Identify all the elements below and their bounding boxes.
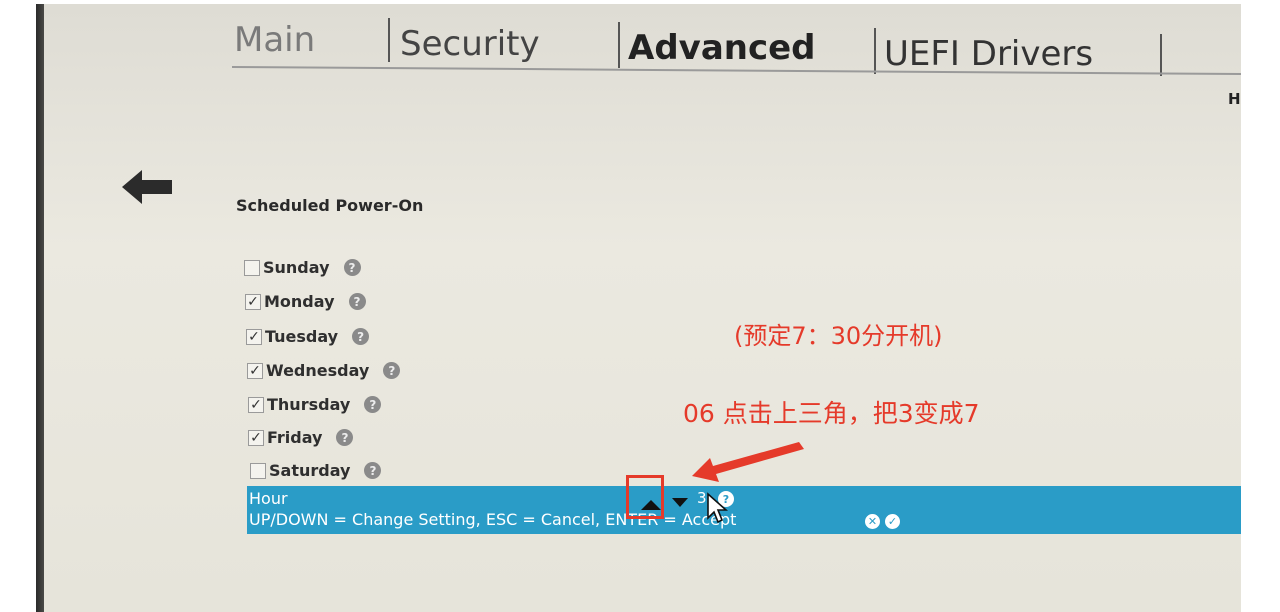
tab-bar: Main Security Advanced UEFI Drivers — [36, 4, 1241, 76]
schedule-annotation: (预定7：30分开机) — [734, 322, 943, 350]
tab-main[interactable]: Main — [234, 20, 315, 60]
day-option-monday[interactable]: ✓ Monday ? — [245, 292, 366, 311]
day-option-friday[interactable]: ✓ Friday ? — [248, 428, 354, 447]
mouse-cursor-icon — [707, 492, 728, 524]
help-icon[interactable]: ? — [336, 429, 354, 446]
help-icon[interactable]: ? — [383, 362, 401, 379]
checkbox[interactable] — [244, 259, 260, 276]
checkbox[interactable]: ✓ — [248, 429, 264, 446]
help-icon[interactable]: ? — [352, 328, 370, 345]
cancel-icon[interactable]: ✕ — [865, 514, 880, 529]
day-option-sunday[interactable]: Sunday ? — [244, 258, 361, 277]
day-option-wednesday[interactable]: ✓ Wednesday ? — [247, 361, 401, 380]
tab-uefi-drivers[interactable]: UEFI Drivers — [884, 34, 1093, 74]
down-triangle-icon[interactable] — [671, 496, 689, 508]
highlight-box — [626, 475, 664, 519]
red-arrow-icon — [692, 442, 804, 482]
tab-advanced[interactable]: Advanced — [628, 28, 816, 68]
help-icon[interactable]: ? — [343, 259, 361, 276]
day-label: Thursday — [267, 395, 351, 414]
hour-setting-row[interactable]: Hour UP/DOWN = Change Setting, ESC = Can… — [247, 486, 1241, 534]
day-label: Tuesday — [265, 327, 339, 346]
header-hint: H — [1228, 90, 1241, 108]
back-arrow-icon[interactable] — [122, 168, 174, 206]
page-title: Scheduled Power-On — [236, 196, 424, 215]
checkbox[interactable]: ✓ — [248, 396, 264, 413]
step-annotation: 06 点击上三角，把3变成7 — [683, 399, 980, 428]
accept-icon[interactable]: ✓ — [885, 514, 900, 529]
help-icon[interactable]: ? — [364, 396, 382, 413]
help-icon[interactable]: ? — [364, 462, 382, 479]
checkbox[interactable]: ✓ — [247, 362, 263, 379]
day-label: Saturday — [269, 461, 351, 480]
day-option-thursday[interactable]: ✓ Thursday ? — [248, 395, 382, 414]
day-label: Monday — [264, 292, 335, 311]
help-icon[interactable]: ? — [348, 293, 366, 310]
monitor-bezel-edge — [36, 4, 44, 612]
checkbox[interactable] — [250, 462, 266, 479]
checkbox[interactable]: ✓ — [246, 328, 262, 345]
tab-security[interactable]: Security — [400, 24, 540, 64]
tab-divider — [874, 28, 876, 74]
tab-divider — [388, 18, 390, 62]
day-label: Wednesday — [266, 361, 370, 380]
day-option-saturday[interactable]: Saturday ? — [250, 461, 382, 480]
bios-screen: Main Security Advanced UEFI Drivers H Sc… — [36, 4, 1241, 612]
checkbox[interactable]: ✓ — [245, 293, 261, 310]
day-label: Friday — [267, 428, 323, 447]
hour-label: Hour — [249, 489, 288, 508]
day-label: Sunday — [263, 258, 330, 277]
tab-divider — [618, 22, 620, 68]
day-option-tuesday[interactable]: ✓ Tuesday ? — [246, 327, 370, 346]
tab-divider — [1160, 34, 1162, 76]
